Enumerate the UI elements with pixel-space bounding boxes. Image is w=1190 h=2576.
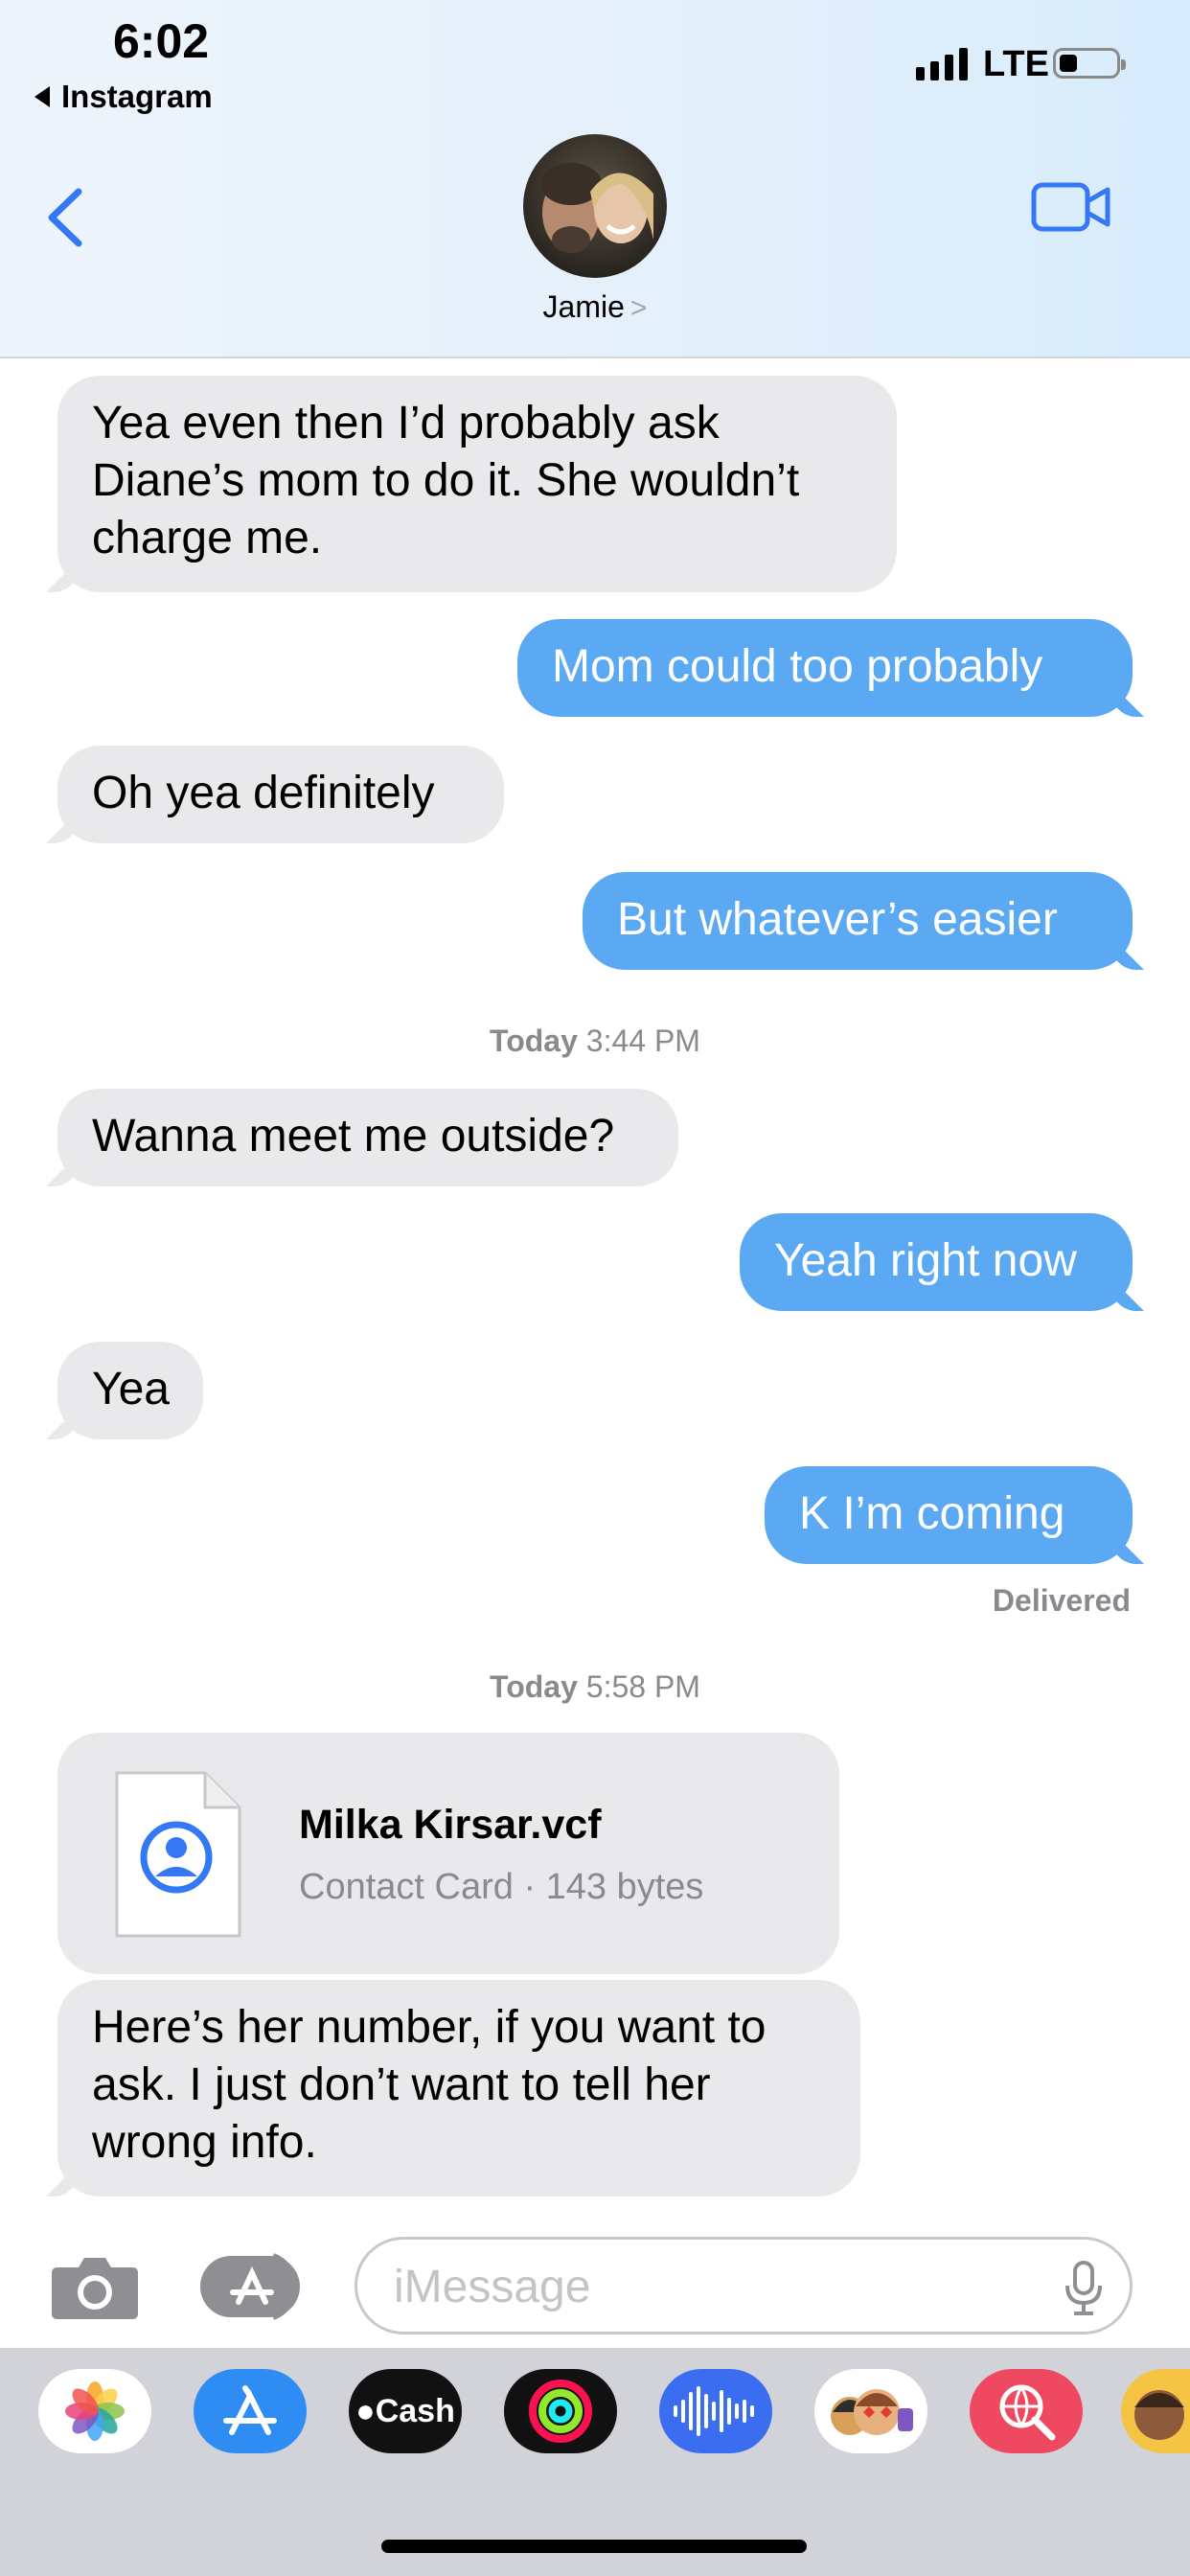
message-received-2[interactable]: Oh yea definitely bbox=[57, 746, 504, 843]
camera-button[interactable] bbox=[50, 2252, 140, 2326]
message-text: Mom could too probably bbox=[552, 641, 1043, 692]
contact-card-icon bbox=[113, 1769, 243, 1944]
message-text: K I’m coming bbox=[799, 1488, 1065, 1539]
message-received-3[interactable]: Wanna meet me outside? bbox=[57, 1089, 678, 1186]
chevron-right-icon: > bbox=[629, 292, 648, 324]
message-text: Wanna meet me outside? bbox=[92, 1111, 615, 1162]
attachment-file-name: Milka Kirsar.vcf bbox=[299, 1802, 602, 1848]
timestamp-time: 5:58 PM bbox=[585, 1669, 700, 1704]
timestamp-day: Today bbox=[490, 1024, 578, 1058]
conversation-header: 6:02 Instagram LTE Jamie > bbox=[0, 0, 1190, 358]
app-store-icon bbox=[200, 2253, 300, 2320]
back-button[interactable] bbox=[44, 186, 84, 254]
back-app-label: Instagram bbox=[61, 79, 213, 114]
message-text: But whatever’s easier bbox=[617, 894, 1058, 945]
message-received-1[interactable]: Yea even then I’d probably ask Diane’s m… bbox=[57, 376, 897, 592]
app-images-search[interactable] bbox=[970, 2369, 1083, 2453]
message-text: Oh yea definitely bbox=[92, 768, 435, 818]
contact-card-attachment[interactable]: Milka Kirsar.vcf Contact Card · 143 byte… bbox=[57, 1733, 839, 1974]
message-line: charge me. bbox=[92, 513, 323, 564]
timestamp-day: Today bbox=[490, 1669, 578, 1704]
app-activity[interactable] bbox=[504, 2369, 617, 2453]
waveform-icon bbox=[674, 2386, 754, 2436]
contact-avatar[interactable] bbox=[523, 134, 667, 278]
globe-search-icon bbox=[999, 2384, 1056, 2441]
message-line: Diane’s mom to do it. She wouldn’t bbox=[92, 455, 800, 506]
message-sent-1[interactable]: Mom could too probably bbox=[517, 619, 1133, 717]
message-text: Yeah right now bbox=[774, 1235, 1077, 1286]
memoji-icon bbox=[1134, 2390, 1184, 2440]
home-indicator bbox=[381, 2540, 807, 2553]
app-audio[interactable] bbox=[659, 2369, 772, 2453]
status-time: 6:02 bbox=[113, 14, 210, 68]
timestamp-time: 3:44 PM bbox=[585, 1024, 700, 1058]
activity-rings-icon bbox=[529, 2380, 592, 2443]
network-type: LTE bbox=[983, 44, 1049, 84]
camera-icon bbox=[52, 2258, 138, 2319]
message-received-5[interactable]: Here’s her number, if you want to ask. I… bbox=[57, 1980, 860, 2196]
app-drawer: ●Cash bbox=[0, 2348, 1190, 2576]
delivered-status: Delivered bbox=[992, 1583, 1131, 1618]
apple-cash-icon: ●Cash bbox=[355, 2392, 455, 2429]
back-to-app-link[interactable]: Instagram bbox=[34, 79, 213, 115]
timestamp: Today 5:58 PM bbox=[0, 1669, 1190, 1705]
app-photos[interactable] bbox=[38, 2369, 151, 2453]
apple-cash-label: Cash bbox=[375, 2392, 455, 2429]
contact-name[interactable]: Jamie > bbox=[0, 289, 1190, 325]
app-memoji[interactable] bbox=[814, 2369, 927, 2453]
contact-name-label: Jamie bbox=[542, 289, 625, 324]
chevron-left-icon bbox=[48, 188, 82, 247]
photos-icon bbox=[65, 2381, 125, 2441]
app-memoji-2[interactable] bbox=[1121, 2369, 1190, 2453]
message-sent-4[interactable]: K I’m coming bbox=[765, 1466, 1133, 1564]
message-line: Here’s her number, if you want to bbox=[92, 2002, 767, 2053]
facetime-video-button[interactable] bbox=[1031, 180, 1111, 239]
message-sent-3[interactable]: Yeah right now bbox=[740, 1213, 1133, 1311]
message-sent-2[interactable]: But whatever’s easier bbox=[583, 872, 1133, 970]
imessage-input[interactable]: iMessage bbox=[355, 2237, 1133, 2334]
message-received-4[interactable]: Yea bbox=[57, 1342, 203, 1439]
microphone-icon bbox=[1065, 2261, 1102, 2315]
attachment-meta: Contact Card · 143 bytes bbox=[299, 1867, 704, 1907]
cellular-signal-icon bbox=[916, 46, 968, 80]
memoji-icon bbox=[831, 2389, 913, 2435]
message-text: Yea bbox=[92, 1364, 170, 1414]
message-line: Yea even then I’d probably ask bbox=[92, 398, 720, 448]
message-line: ask. I just don’t want to tell her bbox=[92, 2059, 711, 2110]
video-camera-icon bbox=[1031, 182, 1110, 232]
back-triangle-icon bbox=[34, 86, 50, 107]
app-store-icon bbox=[223, 2385, 277, 2435]
app-store[interactable] bbox=[194, 2369, 307, 2453]
battery-icon bbox=[1053, 48, 1126, 79]
app-store-toggle-button[interactable] bbox=[198, 2252, 306, 2326]
timestamp: Today 3:44 PM bbox=[0, 1024, 1190, 1059]
imessage-placeholder: iMessage bbox=[394, 2262, 591, 2312]
app-apple-cash[interactable]: ●Cash bbox=[349, 2369, 462, 2453]
dictation-button[interactable] bbox=[1064, 2261, 1103, 2321]
message-line: wrong info. bbox=[92, 2117, 317, 2168]
